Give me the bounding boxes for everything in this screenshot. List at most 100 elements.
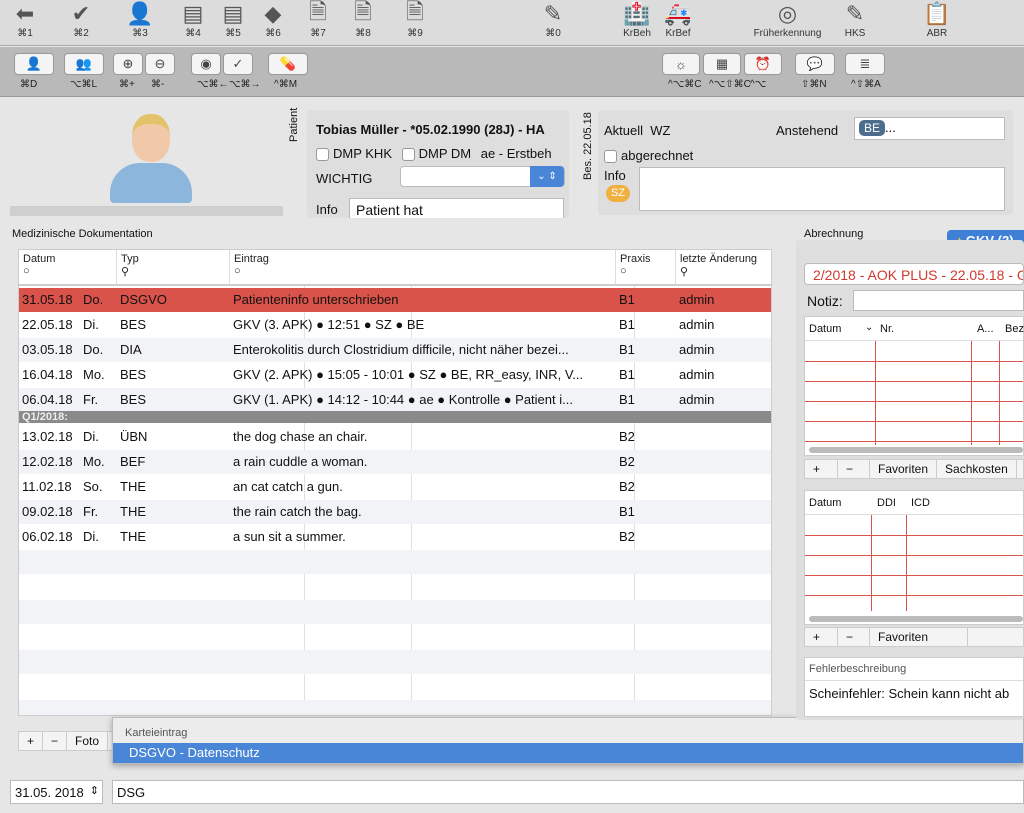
col-icd[interactable]: ICD <box>911 497 930 509</box>
column-title: Datum <box>23 253 56 265</box>
toolbar-label: ABR <box>926 28 948 39</box>
table-row[interactable]: 22.05.18 Di. BES GKV (3. APK) ● 12:51 ● SZ … <box>19 313 771 337</box>
add-person-button[interactable]: 👥 <box>64 53 104 75</box>
patient-status: ae - Erstbeh <box>480 146 552 161</box>
column-header[interactable]: Eintrag ○ <box>230 250 616 286</box>
calculator-button[interactable]: ▦ <box>703 53 741 75</box>
col-nr[interactable]: Nr. <box>880 323 894 335</box>
filter-circle-icon[interactable]: ○ <box>620 265 671 277</box>
horizontal-scrollbar[interactable] <box>809 447 1023 453</box>
toolbar-button-6[interactable]: 🗎 ⌘7 <box>293 0 343 39</box>
table-row[interactable]: 06.02.18 Di. THE a sun sit a summer. B2 <box>19 525 771 549</box>
check-circle-button[interactable]: ✓ <box>223 53 253 75</box>
calculator-icon: ▦ <box>715 56 729 71</box>
anstehend-field[interactable]: BE... <box>854 117 1005 140</box>
add-leistung-button[interactable]: + <box>805 460 838 478</box>
toolbar-button-12[interactable]: ◎ Früherkennung <box>745 0 830 39</box>
foto-button[interactable]: Foto <box>67 732 109 750</box>
popup-item-dsgvo[interactable]: DSGVO - Datenschutz <box>113 743 1023 763</box>
entry-input[interactable]: DSG <box>112 780 1024 804</box>
column-header[interactable]: Typ ⚲ <box>117 250 230 286</box>
alarm-light-button[interactable]: ☼ <box>662 53 700 75</box>
date-stepper[interactable]: 31.05. 2018 ⇕ <box>10 780 103 804</box>
table-row[interactable]: 12.02.18 Mo. BEF a rain cuddle a woman. B2 <box>19 450 771 474</box>
cell-aenderung: admin <box>679 342 715 357</box>
dmp-dm-checkbox[interactable] <box>401 148 415 162</box>
toolbar-button-11[interactable]: 🚑 KrBef <box>653 0 703 39</box>
edit-document-icon: ✎ <box>543 1 563 26</box>
favoriten-button[interactable]: Favoriten <box>870 460 938 478</box>
cell-eintrag: GKV (1. APK) ● 14:12 - 10:44 ● ae ● Kont… <box>233 392 573 407</box>
aktuell-value: WZ <box>650 123 671 138</box>
toolbar-button-2[interactable]: 👤 ⌘3 <box>115 0 165 39</box>
form-icon: 🗎 <box>406 0 424 24</box>
toolbar-button-7[interactable]: 🗎 ⌘8 <box>338 0 388 39</box>
wichtig-select[interactable]: ⌄ ⇕ <box>400 166 565 187</box>
col-ddi[interactable]: DDI <box>877 497 896 509</box>
col-bez[interactable]: Bez <box>1005 323 1024 335</box>
toolbar-button-14[interactable]: 📋 ABR <box>912 0 962 39</box>
cell-datum: 16.04.18 <box>22 367 73 382</box>
stepper-icon[interactable]: ⇕ <box>90 784 99 797</box>
add-diagnose-button[interactable]: + <box>805 628 838 646</box>
remove-leistung-button[interactable]: − <box>838 460 870 478</box>
col-datum-2[interactable]: Datum <box>809 497 841 509</box>
table-row[interactable]: 06.04.18 Fr. BES GKV (1. APK) ● 14:12 - 10:… <box>19 388 771 412</box>
table-row[interactable]: 31.05.18 Do. DSGVO Patienteninfo unterschri… <box>19 288 771 312</box>
cell-eintrag: the dog chase an chair. <box>233 429 368 444</box>
plus-circle-button[interactable]: ⊕ <box>113 53 143 75</box>
cell-datum: 06.04.18 <box>22 392 73 407</box>
stack-button[interactable]: ≣ <box>845 53 885 75</box>
table-row[interactable]: 16.04.18 Mo. BES GKV (2. APK) ● 15:05 - 10:… <box>19 363 771 387</box>
dmp-khk-checkbox[interactable] <box>316 148 329 162</box>
cell-tag: Mo. <box>83 367 105 382</box>
table-row[interactable]: 09.02.18 Fr. THE the rain catch the bag. B1 <box>19 500 771 524</box>
favoriten-button-2[interactable]: Favoriten <box>870 628 968 646</box>
chevron-down-icon[interactable]: ⌄ ⇕ <box>530 166 564 187</box>
toolbar-button-8[interactable]: 🗎 ⌘9 <box>390 0 440 39</box>
remove-entry-button[interactable]: − <box>43 732 68 750</box>
info-field[interactable]: Patient hat <box>349 198 564 218</box>
search-icon[interactable]: ⚲ <box>680 265 768 278</box>
table-row[interactable]: 11.02.18 So. THE an cat catch a gun. B2 <box>19 475 771 499</box>
toolbar-button-1[interactable]: ✔ ⌘2 <box>56 0 106 39</box>
alarm-clock-button[interactable]: ⏰ <box>744 53 782 75</box>
cell-aenderung: admin <box>679 292 715 307</box>
sachkosten-button[interactable]: Sachkosten <box>937 460 1017 478</box>
back-circle-button[interactable]: ◉ <box>191 53 221 75</box>
column-header[interactable]: Praxis ○ <box>616 250 676 286</box>
visit-info-field[interactable] <box>639 167 1005 211</box>
filter-circle-icon[interactable]: ○ <box>23 265 112 277</box>
cell-typ: DSGVO <box>120 292 167 307</box>
person-button[interactable]: 👤 <box>14 53 54 75</box>
abgerechnet-checkbox[interactable] <box>604 150 617 164</box>
schein-select[interactable]: 2/2018 - AOK PLUS - 22.05.18 - G <box>804 263 1024 285</box>
dmp-khk-label: DMP KHK <box>333 146 392 161</box>
toolbar-button-0[interactable]: ⬅ ⌘1 <box>0 0 50 39</box>
search-icon[interactable]: ⚲ <box>121 265 225 278</box>
visit-panel: Aktuell WZ Anstehend BE... abgerechnet I… <box>598 110 1013 215</box>
cell-eintrag: GKV (3. APK) ● 12:51 ● SZ ● BE <box>233 317 425 332</box>
col-datum[interactable]: Datum <box>809 323 841 335</box>
empty-row <box>19 675 771 699</box>
minus-circle-button[interactable]: ⊖ <box>145 53 175 75</box>
cell-typ: THE <box>120 479 146 494</box>
horizontal-scrollbar-2[interactable] <box>809 616 1023 622</box>
col-a[interactable]: A... <box>977 323 994 335</box>
notiz-input[interactable] <box>853 290 1024 311</box>
sort-chevron-icon[interactable]: ⌄ <box>865 322 873 333</box>
speech-bubble-button[interactable]: 💬 <box>795 53 835 75</box>
column-header[interactable]: Datum ○ <box>19 250 117 286</box>
toolbar-button-13[interactable]: ✎ HKS <box>830 0 880 39</box>
visit-side-label: Bes. 22.05.18 <box>582 112 594 180</box>
table-row[interactable]: 13.02.18 Di. ÜBN the dog chase an chair. B2 <box>19 425 771 449</box>
minus-circle-icon: ⊖ <box>154 56 166 71</box>
toolbar-button-5[interactable]: ◆ ⌘6 <box>248 0 298 39</box>
remove-diagnose-button[interactable]: − <box>838 628 870 646</box>
table-row[interactable]: 03.05.18 Do. DIA Enterokolitis durch Clostr… <box>19 338 771 362</box>
pill-button[interactable]: 💊 <box>268 53 308 75</box>
add-entry-button[interactable]: + <box>19 732 44 750</box>
column-header[interactable]: letzte Änderung ⚲ <box>676 250 771 286</box>
toolbar-button-9[interactable]: ✎ ⌘0 <box>528 0 578 39</box>
filter-circle-icon[interactable]: ○ <box>234 265 611 277</box>
